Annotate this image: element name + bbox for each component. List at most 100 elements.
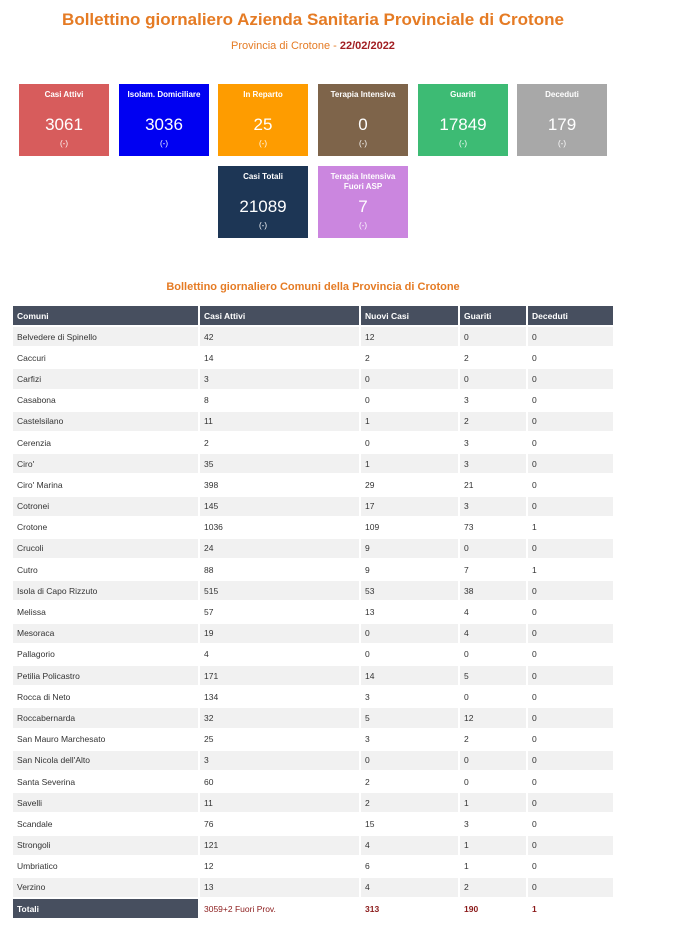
cell-guariti: 3: [460, 432, 528, 453]
cell-deceduti: 0: [528, 581, 613, 601]
card-change: (-): [459, 139, 467, 148]
card-deceduti: Deceduti 179 (-): [517, 84, 607, 156]
cell-nuovi-casi: 12: [361, 327, 460, 347]
card-value: 3036: [145, 115, 183, 134]
cell-nuovi-casi: 29: [361, 475, 460, 495]
table-row: Castelsilano 11 1 2 0: [13, 411, 613, 431]
cell-guariti: 3: [460, 496, 528, 516]
cell-comune-name: Castelsilano: [13, 411, 200, 431]
col-header-nuovi-casi: Nuovi Casi: [361, 306, 460, 325]
page-title: Bollettino giornaliero Azienda Sanitaria…: [62, 10, 564, 29]
cell-nuovi-casi: 109: [361, 517, 460, 537]
cell-deceduti: 1: [528, 560, 613, 580]
cell-deceduti: 0: [528, 856, 613, 876]
cell-guariti: 2: [460, 877, 528, 898]
cell-deceduti: 0: [528, 369, 613, 389]
cell-comune-name: Casabona: [13, 390, 200, 410]
card-value: 3061: [45, 115, 83, 134]
cell-deceduti: 0: [528, 750, 613, 770]
cell-deceduti: 0: [528, 687, 613, 707]
cell-casi-attivi: 25: [200, 729, 361, 749]
table-row: Ciro' Marina 398 29 21 0: [13, 475, 613, 495]
cell-guariti: 0: [460, 750, 528, 770]
cell-deceduti: 0: [528, 454, 613, 474]
cell-nuovi-casi: 1: [361, 454, 460, 474]
cell-comune-name: Rocca di Neto: [13, 687, 200, 707]
cell-casi-attivi: 14: [200, 348, 361, 368]
cell-nuovi-casi: 4: [361, 877, 460, 898]
cell-guariti: 2: [460, 729, 528, 749]
cell-guariti: 4: [460, 602, 528, 622]
cell-deceduti: 0: [528, 666, 613, 686]
cell-guariti: 4: [460, 623, 528, 643]
cell-nuovi-casi: 0: [361, 369, 460, 389]
table-row: Santa Severina 60 2 0 0: [13, 771, 613, 792]
cell-guariti: 0: [460, 771, 528, 792]
totals-casi-attivi: 3059+2 Fuori Prov.: [200, 899, 361, 919]
card-label: Guariti: [450, 90, 476, 99]
cell-deceduti: 0: [528, 729, 613, 749]
cell-comune-name: Melissa: [13, 602, 200, 622]
cell-casi-attivi: 42: [200, 327, 361, 347]
cell-nuovi-casi: 2: [361, 348, 460, 368]
cell-casi-attivi: 3: [200, 750, 361, 770]
cell-deceduti: 1: [528, 517, 613, 537]
card-change: (-): [60, 139, 68, 148]
cell-guariti: 0: [460, 538, 528, 559]
cell-guariti: 73: [460, 517, 528, 537]
table-row: San Mauro Marchesato 25 3 2 0: [13, 729, 613, 749]
cell-casi-attivi: 4: [200, 644, 361, 664]
cell-deceduti: 0: [528, 644, 613, 664]
comuni-section-title: Bollettino giornaliero Comuni della Prov…: [166, 281, 460, 293]
cell-guariti: 1: [460, 856, 528, 876]
cell-guariti: 0: [460, 687, 528, 707]
cell-comune-name: Santa Severina: [13, 771, 200, 792]
cell-casi-attivi: 8: [200, 390, 361, 410]
cell-deceduti: 0: [528, 771, 613, 792]
card-value: 21089: [239, 197, 287, 216]
cell-nuovi-casi: 2: [361, 771, 460, 792]
cell-deceduti: 0: [528, 623, 613, 643]
cell-comune-name: San Nicola dell'Alto: [13, 750, 200, 770]
card-terapia-intensiva: Terapia Intensiva 0 (-): [318, 84, 408, 156]
col-header-casi-attivi: Casi Attivi: [200, 306, 361, 325]
cell-nuovi-casi: 17: [361, 496, 460, 516]
bulletin-date: 22/02/2022: [339, 40, 395, 52]
cell-casi-attivi: 19: [200, 623, 361, 643]
comuni-table: Comuni Casi Attivi Nuovi Casi Guariti De…: [13, 304, 613, 920]
cell-casi-attivi: 145: [200, 496, 361, 516]
cell-deceduti: 0: [528, 327, 613, 347]
card-change: (-): [359, 139, 367, 148]
cell-casi-attivi: 88: [200, 560, 361, 580]
cell-nuovi-casi: 5: [361, 708, 460, 728]
cell-guariti: 0: [460, 369, 528, 389]
cell-nuovi-casi: 0: [361, 644, 460, 664]
card-label: Isolam. Domiciliare: [127, 90, 201, 99]
table-row: Ciro' 35 1 3 0: [13, 454, 613, 474]
cell-deceduti: 0: [528, 432, 613, 453]
card-guariti: Guariti 17849 (-): [418, 84, 508, 156]
cell-casi-attivi: 515: [200, 581, 361, 601]
cell-nuovi-casi: 9: [361, 560, 460, 580]
table-row: Cerenzia 2 0 3 0: [13, 432, 613, 453]
cell-casi-attivi: 121: [200, 835, 361, 855]
cell-nuovi-casi: 2: [361, 793, 460, 813]
cell-guariti: 0: [460, 644, 528, 664]
col-header-comuni: Comuni: [13, 306, 200, 325]
card-change: (-): [359, 221, 367, 230]
cell-nuovi-casi: 0: [361, 390, 460, 410]
cell-guariti: 2: [460, 348, 528, 368]
cell-deceduti: 0: [528, 793, 613, 813]
cell-nuovi-casi: 0: [361, 432, 460, 453]
cell-comune-name: Cerenzia: [13, 432, 200, 453]
totals-label: Totali: [13, 899, 200, 919]
cell-deceduti: 0: [528, 877, 613, 898]
province-label: Provincia di Crotone -: [231, 40, 340, 52]
card-casi-totali: Casi Totali 21089 (-): [218, 166, 308, 238]
table-row: San Nicola dell'Alto 3 0 0 0: [13, 750, 613, 770]
cell-casi-attivi: 398: [200, 475, 361, 495]
cell-casi-attivi: 35: [200, 454, 361, 474]
table-row: Petilia Policastro 171 14 5 0: [13, 666, 613, 686]
card-isolamento-domiciliare: Isolam. Domiciliare 3036 (-): [119, 84, 209, 156]
table-row: Pallagorio 4 0 0 0: [13, 644, 613, 664]
